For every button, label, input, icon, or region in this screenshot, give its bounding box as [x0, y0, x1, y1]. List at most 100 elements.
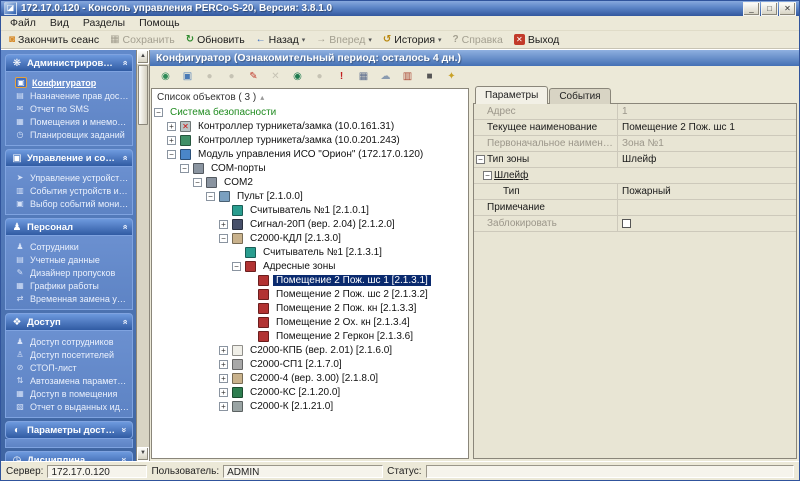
property-value[interactable] [624, 168, 796, 183]
sidebar-item[interactable]: ▤ Учетные данные [8, 253, 130, 266]
forward-button[interactable]: → Вперед ▾ [311, 33, 377, 47]
tree-expander-icon[interactable]: − [232, 262, 241, 271]
tree-expander-icon[interactable]: − [193, 178, 202, 187]
property-value[interactable]: Зона №1 [617, 136, 796, 151]
tree-node[interactable]: Считыватель №1 [2.1.0.1] [152, 203, 468, 217]
end-session-button[interactable]: ◙ Закончить сеанс [4, 33, 104, 47]
network-button[interactable]: ◉ [288, 68, 307, 86]
tree-node[interactable]: − Система безопасности [152, 105, 468, 119]
menu-item[interactable]: Помощь [132, 16, 187, 30]
tree-node[interactable]: Помещение 2 Пож. кн [2.1.3.3] [152, 301, 468, 315]
close-button[interactable]: ✕ [779, 2, 796, 16]
panel-button[interactable]: ■ [420, 68, 439, 86]
sidebar-section-header[interactable]: ❋ Администрирование » [5, 54, 133, 72]
tree-node[interactable]: + ✕ Контроллер турникета/замка (10.0.161… [152, 119, 468, 133]
tree-node[interactable]: − COM2 [152, 175, 468, 189]
tree-node[interactable]: − С2000-КДЛ [2.1.3.0] [152, 231, 468, 245]
property-row[interactable]: Примечание [474, 200, 796, 216]
tab[interactable]: События [549, 88, 610, 104]
property-row[interactable]: Адрес 1 [474, 104, 796, 120]
tree-expander-icon[interactable]: − [167, 150, 176, 159]
tree-expander-icon[interactable]: + [219, 388, 228, 397]
tree-node[interactable]: + С2000-КПБ (вер. 2.01) [2.1.6.0] [152, 343, 468, 357]
tree-node[interactable]: − Пульт [2.1.0.0] [152, 189, 468, 203]
sidebar-item[interactable]: ✎ Дизайнер пропусков [8, 266, 130, 279]
property-value[interactable]: Шлейф [617, 152, 796, 167]
property-row[interactable]: Текущее наименование Помещение 2 Пож. шс… [474, 120, 796, 136]
tree-expander-icon[interactable]: − [206, 192, 215, 201]
property-row[interactable]: Первоначальное наименование Зона №1 [474, 136, 796, 152]
tree-expander-icon[interactable]: + [219, 346, 228, 355]
property-row[interactable]: − Тип зоны Шлейф [474, 152, 796, 168]
scrollbar-track[interactable] [137, 126, 149, 447]
property-value[interactable]: 1 [617, 104, 796, 119]
property-value[interactable]: Помещение 2 Пож. шс 1 [617, 120, 796, 135]
tree-expander-icon[interactable]: + [219, 360, 228, 369]
history-button[interactable]: ↺ История ▾ [378, 33, 447, 47]
tree-expander-icon[interactable]: + [219, 402, 228, 411]
back-button[interactable]: ← Назад ▾ [251, 33, 311, 47]
sidebar-section-header[interactable]: ◐ Параметры доступа » [5, 421, 133, 439]
devices-button[interactable]: ▥ [398, 68, 417, 86]
refresh-button[interactable]: ↻ Обновить [181, 33, 250, 47]
sidebar-item[interactable]: ⇅ Автозамена параметров до... [8, 374, 130, 387]
sidebar-item[interactable]: ♟ Сотрудники [8, 240, 130, 253]
menu-item[interactable]: Разделы [76, 16, 132, 30]
sidebar-item[interactable]: ▧ Отчет о выданных идентиф... [8, 400, 130, 413]
tree-expander-icon[interactable]: + [167, 136, 176, 145]
tree-node[interactable]: + Сигнал-20П (вер. 2.04) [2.1.2.0] [152, 217, 468, 231]
property-row[interactable]: Тип Пожарный [474, 184, 796, 200]
tree-node[interactable]: + С2000-К [2.1.21.0] [152, 399, 468, 413]
delete-button[interactable]: ✕ [266, 68, 285, 86]
card-button[interactable]: ▦ [354, 68, 373, 86]
tree-expander-icon[interactable]: + [219, 374, 228, 383]
sidebar-item[interactable]: ♟ Доступ сотрудников [8, 335, 130, 348]
sidebar-item[interactable]: ⇄ Временная замена учетных ... [8, 292, 130, 305]
row-expander-icon[interactable]: − [476, 155, 485, 164]
scroll-up-icon[interactable]: ▲ [137, 50, 149, 64]
maximize-button[interactable]: □ [761, 2, 778, 16]
help-button[interactable]: ? Справка [448, 33, 508, 47]
tree-node[interactable]: Помещение 2 Ох. кн [2.1.3.4] [152, 315, 468, 329]
tree-expander-icon[interactable]: + [219, 220, 228, 229]
menu-item[interactable]: Вид [43, 16, 76, 30]
tree-node[interactable]: Помещение 2 Пож. шс 2 [2.1.3.2] [152, 287, 468, 301]
tree-node[interactable]: Помещение 2 Пож. шс 1 [2.1.3.1] [152, 273, 468, 287]
sidebar-item[interactable]: ▦ Доступ в помещения [8, 387, 130, 400]
row-expander-icon[interactable]: − [483, 171, 492, 180]
sidebar-item[interactable]: ◷ Планировщик заданий [8, 128, 130, 141]
tree-node[interactable]: + С2000-4 (вер. 3.00) [2.1.8.0] [152, 371, 468, 385]
sidebar-item[interactable]: ▣ Выбор событий мониторинга [8, 197, 130, 210]
property-row[interactable]: Заблокировать [474, 216, 796, 232]
tree-expander-icon[interactable]: − [180, 164, 189, 173]
edit-button[interactable]: ✎ [244, 68, 263, 86]
sidebar-scrollbar[interactable]: ▲ ▼ [136, 50, 149, 461]
scrollbar-thumb[interactable] [138, 65, 148, 125]
sidebar-item[interactable]: ▤ Назначение прав доступа о... [8, 89, 130, 102]
sidebar-item[interactable]: ▦ Помещения и мнемосхема [8, 115, 130, 128]
tree-expander-icon[interactable]: − [154, 108, 163, 117]
minimize-button[interactable]: _ [743, 2, 760, 16]
sidebar-section-header[interactable]: ▣ Управление и события » [5, 149, 133, 167]
tree-node[interactable]: + Контроллер турникета/замка (10.0.201.2… [152, 133, 468, 147]
tree-expander-icon[interactable]: − [219, 234, 228, 243]
add-device-button[interactable]: ▣ [178, 68, 197, 86]
property-value[interactable] [617, 216, 796, 231]
tree-expander-icon[interactable]: + [167, 122, 176, 131]
exit-button[interactable]: ✕ Выход [509, 33, 564, 47]
menu-item[interactable]: Файл [3, 16, 43, 30]
sidebar-item[interactable]: ⊘ СТОП-лист [8, 361, 130, 374]
alert-button[interactable]: ! [332, 68, 351, 86]
sidebar-section-header[interactable]: ❖ Доступ » [5, 313, 133, 331]
tab[interactable]: Параметры [475, 86, 548, 104]
search-devices-button[interactable]: ◉ [156, 68, 175, 86]
tree-node[interactable]: Считыватель №1 [2.1.3.1] [152, 245, 468, 259]
tree-node[interactable]: + С2000-СП1 [2.1.7.0] [152, 357, 468, 371]
sidebar-section-header[interactable]: ♟ Персонал » [5, 218, 133, 236]
state-button[interactable]: ● [310, 68, 329, 86]
sidebar-item[interactable]: ▣ Конфигуратор [8, 76, 130, 89]
sidebar-section-header[interactable]: ◷ Дисциплина » [5, 451, 133, 461]
sidebar-item[interactable]: ▦ Графики работы [8, 279, 130, 292]
sidebar-item[interactable]: ♙ Доступ посетителей [8, 348, 130, 361]
property-row[interactable]: − Шлейф [474, 168, 796, 184]
